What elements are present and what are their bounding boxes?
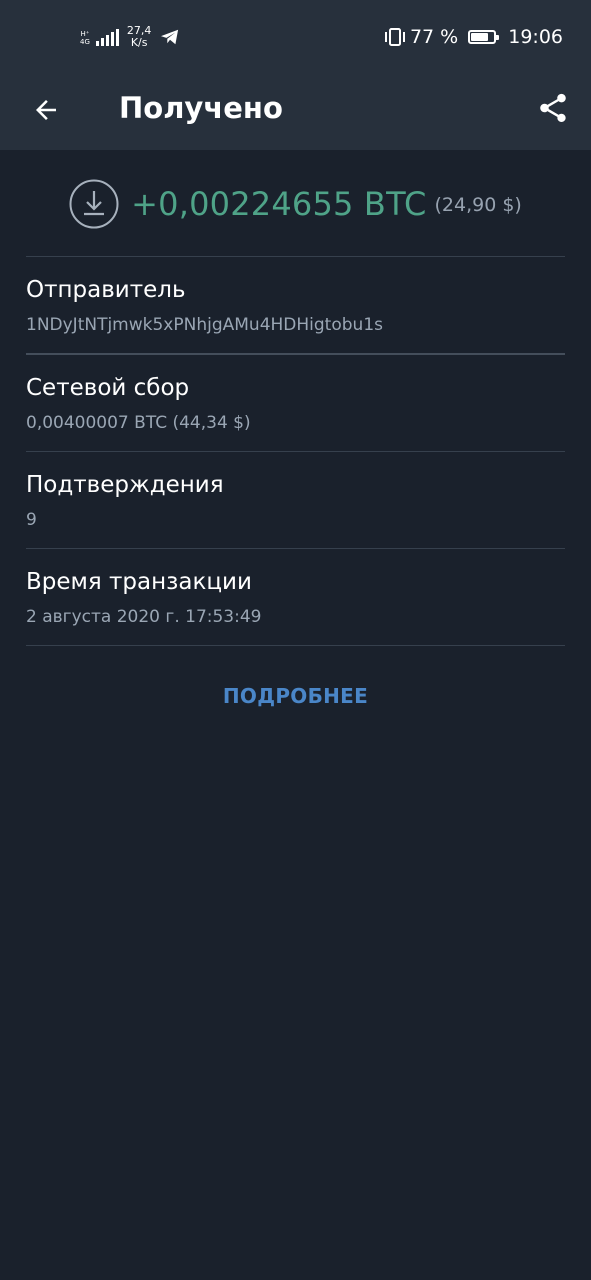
clock: 19:06 bbox=[508, 26, 563, 48]
amount-row: +0,00224655 BTC (24,90 $) bbox=[0, 176, 591, 232]
network-fee-value: 0,00400007 BTC (44,34 $) bbox=[26, 413, 251, 433]
details-list: Отправитель 1NDyJtNTjmwk5xPNhjgAMu4HDHig… bbox=[26, 256, 565, 646]
divider bbox=[26, 645, 565, 646]
page-title: Получено bbox=[119, 91, 283, 125]
status-bar: H⁺ 4G 27,4 K/s 77 % 19:06 bbox=[0, 0, 591, 70]
battery-percent: 77 % bbox=[409, 26, 459, 48]
detail-label: Сетевой сбор bbox=[26, 375, 190, 401]
download-icon bbox=[69, 179, 119, 229]
detail-label: Время транзакции bbox=[26, 569, 252, 595]
transaction-amount: +0,00224655 BTC bbox=[131, 185, 427, 223]
signal-bar bbox=[100, 38, 104, 46]
signal-bar bbox=[105, 35, 109, 46]
battery-level-fill bbox=[471, 33, 489, 41]
detail-label: Подтверждения bbox=[26, 472, 224, 498]
speed-unit: K/s bbox=[130, 36, 148, 49]
network-label-bottom: 4G bbox=[80, 38, 90, 46]
detail-sender: Отправитель 1NDyJtNTjmwk5xPNhjgAMu4HDHig… bbox=[26, 257, 565, 353]
status-left: H⁺ 4G 27,4 K/s bbox=[80, 22, 181, 52]
detail-transaction-time: Время транзакции 2 августа 2020 г. 17:53… bbox=[26, 549, 565, 645]
network-speed: 27,4 K/s bbox=[127, 25, 152, 49]
vibrate-icon bbox=[384, 28, 405, 46]
sender-address[interactable]: 1NDyJtNTjmwk5xPNhjgAMu4HDHigtobu1s bbox=[26, 313, 565, 337]
telegram-icon bbox=[161, 29, 179, 45]
status-right: 77 % 19:06 bbox=[384, 22, 563, 52]
detail-confirmations: Подтверждения 9 bbox=[26, 452, 565, 548]
back-button[interactable] bbox=[22, 86, 70, 134]
signal-bar bbox=[95, 41, 99, 46]
transaction-amount-fiat: (24,90 $) bbox=[434, 194, 522, 216]
battery-icon bbox=[468, 30, 500, 44]
detail-network-fee: Сетевой сбор 0,00400007 BTC (44,34 $) bbox=[26, 355, 565, 451]
share-button[interactable] bbox=[529, 84, 577, 132]
signal-icon: H⁺ 4G bbox=[80, 28, 119, 46]
arrow-left-icon bbox=[36, 100, 56, 120]
detail-label: Отправитель bbox=[26, 277, 186, 303]
more-details-button[interactable]: ПОДРОБНЕЕ bbox=[0, 684, 591, 708]
transaction-time-value: 2 августа 2020 г. 17:53:49 bbox=[26, 607, 262, 627]
app-bar: Получено bbox=[0, 70, 591, 150]
network-label-top: H⁺ bbox=[80, 30, 90, 38]
share-icon bbox=[540, 93, 566, 123]
network-type: H⁺ 4G bbox=[80, 30, 92, 46]
signal-bar bbox=[110, 32, 114, 46]
signal-bar bbox=[115, 29, 119, 46]
confirmations-value: 9 bbox=[26, 510, 37, 530]
